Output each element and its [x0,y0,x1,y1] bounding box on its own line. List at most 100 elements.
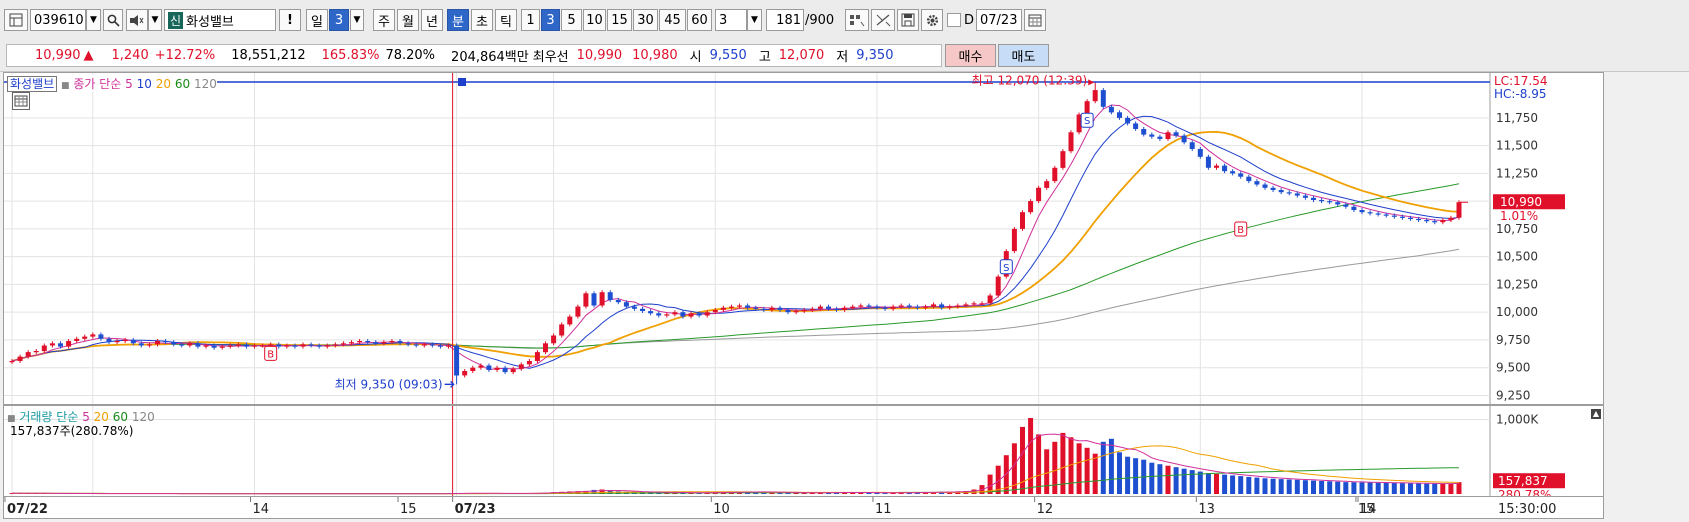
change-percent: +12.72% [154,48,216,63]
candle-body [25,352,31,357]
candle-body [106,338,112,343]
candle-body [90,334,96,337]
candle-body [1440,220,1446,223]
price-chart[interactable]: 11,75011,50011,25011,00010,75010,50010,2… [4,73,1603,404]
buy-button[interactable]: 매수 [945,44,996,67]
candle-body [947,306,953,308]
interval-button-15[interactable]: 15 [607,9,632,31]
candle-body [421,344,427,346]
candle-body [1456,202,1462,218]
candle-body [332,344,338,346]
price-y-tick-label: 9,750 [1496,333,1530,347]
candle-body [1068,132,1074,152]
period-day-dropdown-icon[interactable]: ▼ [350,9,364,31]
volume-bar [1181,468,1187,494]
candle-body [817,306,823,309]
interval-count-dropdown-icon[interactable]: ▼ [747,9,762,31]
period-week-button[interactable]: 주 [373,9,395,31]
price-y-tick-label: 9,250 [1496,388,1530,402]
volume-bar [1214,473,1219,494]
candle-body [1351,206,1357,210]
chart-tools-icon[interactable] [845,9,869,31]
candle-body [74,338,80,341]
candle-body [1399,216,1405,218]
candle-body [1173,132,1179,136]
volume-bar [1157,464,1163,494]
interval-button-10[interactable]: 10 [583,9,606,31]
candle-body [688,313,694,317]
alert-button[interactable]: ! [279,9,301,31]
ma20-line [11,130,1460,362]
candle-body [745,305,751,308]
candle-body [712,310,718,313]
candle-body [1262,184,1268,188]
candle-body [1270,187,1276,190]
candle-body [284,345,290,347]
period-day-button[interactable]: 일 [306,9,328,31]
stock-code-dropdown-icon[interactable]: ▼ [86,9,101,31]
interval-button-1[interactable]: 1 [521,9,540,31]
period-month-button[interactable]: 월 [397,9,419,31]
candle-body [1222,165,1228,172]
volume-bar [1092,453,1098,494]
candle-body [171,342,177,345]
volume-bar [1262,478,1268,494]
volume-value: 18,551,212 [231,48,306,63]
candle-body [761,308,767,310]
price-y-tick-label: 11,750 [1496,111,1538,125]
search-icon[interactable] [103,9,123,31]
interval-button-60[interactable]: 60 [687,9,712,31]
calendar-icon[interactable] [1024,9,1046,31]
stock-code-input[interactable]: 039610 [30,9,86,31]
candle-body [316,345,322,347]
data-count-input[interactable]: 181 [766,9,804,31]
maximize-icon[interactable]: ▲ [1591,409,1601,419]
price-y-tick-label: 9,500 [1496,361,1530,375]
drawing-tools-icon[interactable] [871,9,895,31]
svg-text:S: S [1003,263,1009,274]
stock-name-field[interactable]: 신 화성밸브 [164,9,276,31]
candle-body [130,339,136,344]
candle-body [704,312,710,316]
layout-icon[interactable] [4,9,28,31]
sell-button[interactable]: 매도 [998,44,1049,67]
candle-body [33,351,39,353]
volume-chart[interactable]: 1,000K 157,837280.78% [4,406,1603,496]
date-input[interactable]: 07/23 [976,9,1022,31]
volume-chart-panel[interactable]: 1,000K 157,837 280.78% ■ 거래량 단순 5 20 60 1… [3,405,1604,497]
period-day-count[interactable]: 3 [329,9,349,31]
save-icon[interactable] [897,9,919,31]
candle-body [1117,112,1122,118]
date-checkbox[interactable] [947,13,961,27]
candle-body [518,364,524,369]
speaker-icon[interactable] [126,9,148,31]
interval-button-3[interactable]: 3 [541,9,560,31]
volume-bar [1270,478,1276,494]
current-price: 10,990 [35,48,81,63]
candle-body [9,361,15,363]
interval-button-5[interactable]: 5 [561,9,582,31]
gear-icon[interactable] [921,9,943,31]
interval-count-input[interactable]: 3 [715,9,747,31]
candle-body [373,342,379,344]
candle-body [720,307,726,310]
time-axis-label: 10 [713,502,730,517]
candle-body [1084,101,1090,115]
time-axis-label: 13 [1198,502,1215,517]
table-toggle-icon[interactable] [12,92,30,110]
interval-button-45[interactable]: 45 [659,9,686,31]
volume-bar [1343,482,1349,494]
sell-signal-marker: S [1080,112,1094,128]
current-volume-badge-label: 157,837 [1498,474,1548,488]
period-second-button[interactable]: 초 [471,9,493,31]
volume-bar [1246,476,1252,494]
period-year-button[interactable]: 년 [421,9,443,31]
volume-bar [1189,470,1195,494]
period-tick-button[interactable]: 틱 [495,9,517,31]
speaker-dropdown-icon[interactable]: ▼ [148,9,162,31]
candle-body [1278,190,1284,193]
period-minute-button[interactable]: 분 [447,9,469,31]
candle-body [195,343,201,347]
interval-button-30[interactable]: 30 [633,9,658,31]
price-chart-panel[interactable]: 11,75011,50011,25011,00010,75010,50010,2… [3,72,1604,405]
